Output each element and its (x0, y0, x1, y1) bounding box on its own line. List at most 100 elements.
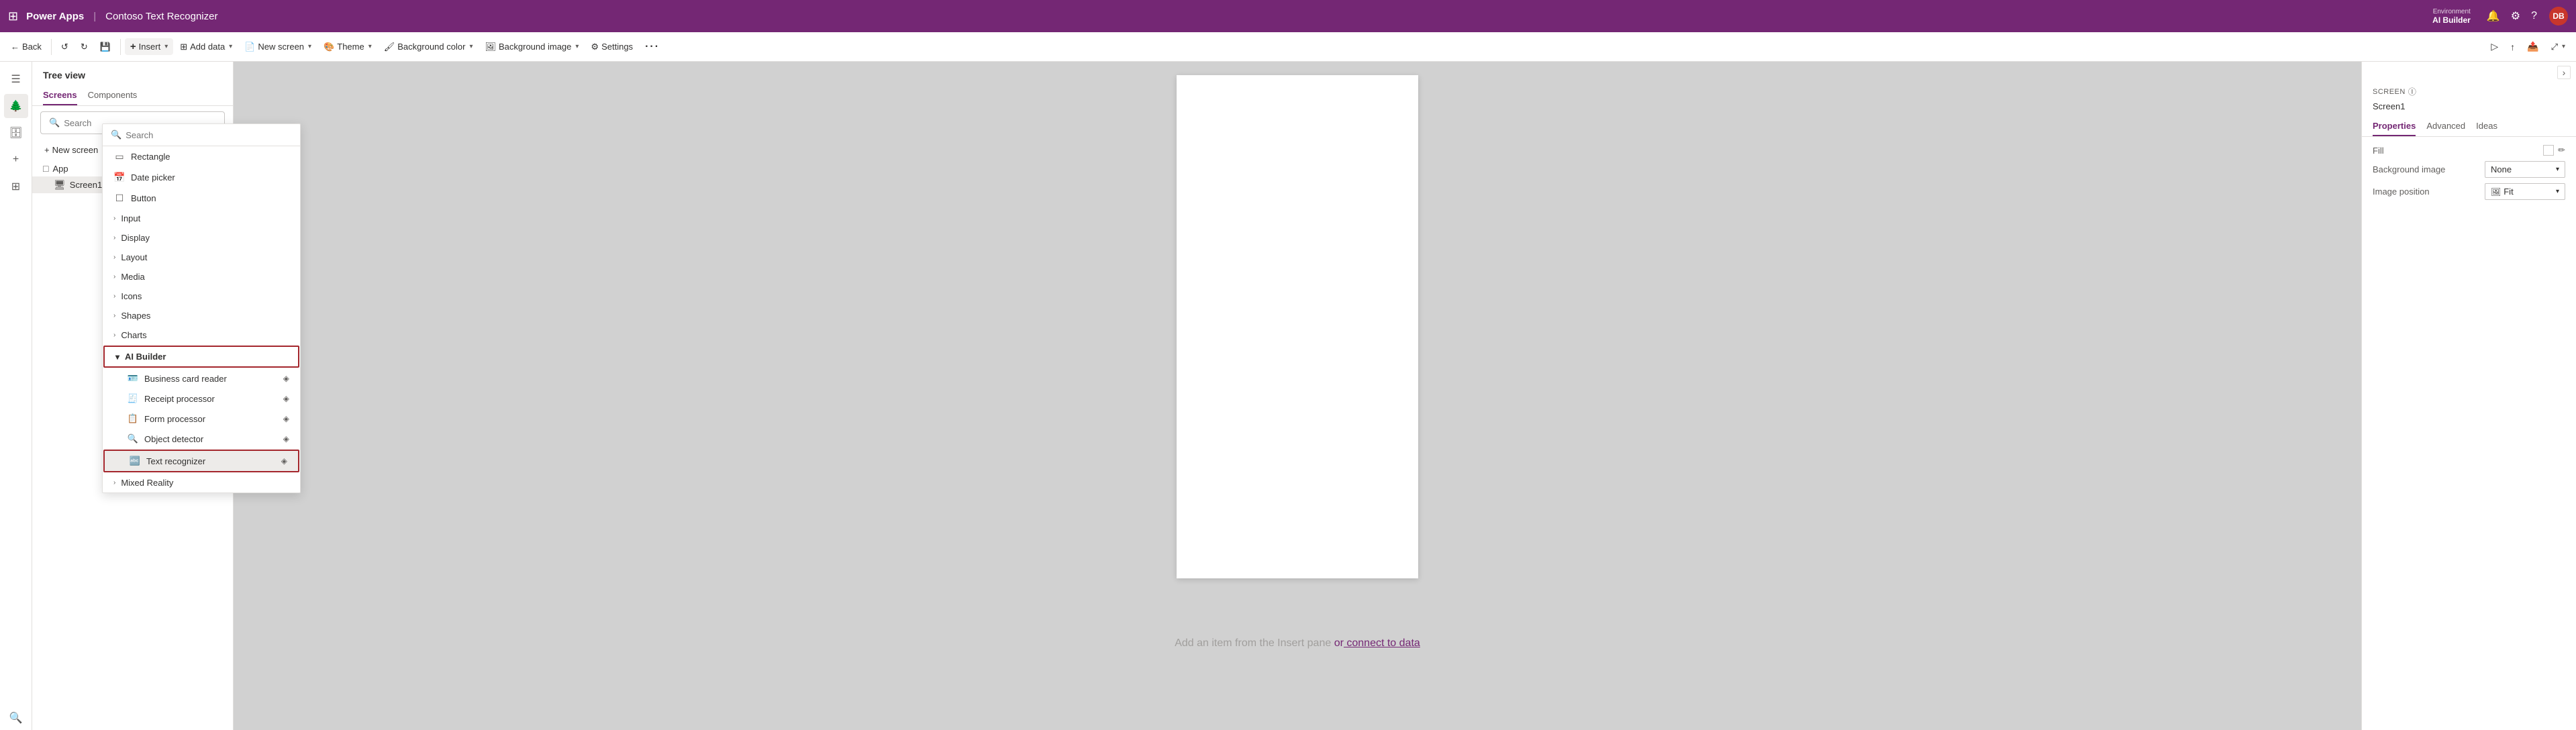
settings-icon: ⚙ (591, 42, 599, 52)
background-image-button[interactable]: 🖼 Background image ▾ (479, 39, 584, 55)
sidebar-data-icon[interactable]: 🗄 (4, 121, 28, 145)
fill-color-swatch[interactable] (2543, 145, 2554, 156)
rectangle-icon: ▭ (113, 151, 126, 162)
project-name: Contoso Text Recognizer (105, 11, 217, 22)
save-icon: 💾 (100, 42, 111, 52)
plus-icon: + (130, 41, 136, 52)
tab-components[interactable]: Components (88, 86, 138, 105)
props-fill-row: Fill ✏ (2373, 145, 2565, 156)
save-button[interactable]: 💾 (95, 39, 116, 55)
insert-item-rectangle[interactable]: ▭ Rectangle (103, 146, 300, 167)
toolbar-divider-1 (51, 39, 52, 55)
theme-button[interactable]: 🎨 Theme ▾ (318, 39, 377, 55)
display-category-chevron-icon: › (113, 234, 115, 242)
props-section: Fill ✏ Background image None ▾ Image pos… (2362, 137, 2576, 213)
date-picker-icon: 📅 (113, 172, 126, 183)
props-tabs: Properties Advanced Ideas (2362, 117, 2576, 137)
bg-image-dropdown-chevron-icon: ▾ (2556, 166, 2559, 173)
sidebar-components-icon[interactable]: ⊞ (4, 174, 28, 199)
insert-category-mixed-reality[interactable]: › Mixed Reality (103, 473, 300, 492)
insert-sub-item-form[interactable]: 📋 Form processor ◈ (103, 409, 300, 429)
insert-button[interactable]: + Insert ▾ (125, 38, 173, 55)
grid-icon: ⊞ (8, 9, 18, 23)
sidebar-menu-icon[interactable]: ☰ (4, 67, 28, 91)
insert-item-button[interactable]: ☐ Button (103, 188, 300, 209)
insert-sub-item-text-recognizer[interactable]: 🔤 Text recognizer ◈ (103, 450, 299, 472)
insert-category-icons[interactable]: › Icons (103, 286, 300, 306)
bg-image-chevron-icon: ▾ (575, 43, 579, 50)
sidebar-icons: ☰ 🌲 🗄 + ⊞ 🔍 (0, 62, 32, 730)
question-icon[interactable]: ? (2528, 7, 2540, 25)
sidebar-insert-icon[interactable]: + (4, 148, 28, 172)
insert-sub-item-object-detector[interactable]: 🔍 Object detector ◈ (103, 429, 300, 449)
props-screen-name: Screen1 (2362, 101, 2576, 117)
insert-category-ai-builder[interactable]: ▾ AI Builder (103, 346, 299, 368)
insert-sub-item-business-card[interactable]: 🪪 Business card reader ◈ (103, 368, 300, 388)
props-image-position-label: Image position (2373, 187, 2430, 197)
app-name: Power Apps (26, 11, 84, 22)
insert-category-layout[interactable]: › Layout (103, 248, 300, 267)
expand-icon: ⤢ (2551, 42, 2558, 52)
props-info-icon: ⓘ (2408, 86, 2417, 97)
more-button[interactable]: ··· (640, 38, 665, 56)
props-tab-properties[interactable]: Properties (2373, 117, 2416, 136)
toolbar-divider-2 (120, 39, 121, 55)
props-tab-ideas[interactable]: Ideas (2476, 117, 2497, 136)
form-premium-icon: ◈ (283, 414, 289, 423)
insert-chevron-icon: ▾ (164, 43, 168, 50)
back-arrow-icon: ← (11, 42, 19, 52)
insert-search-input[interactable] (126, 130, 292, 140)
insert-category-charts[interactable]: › Charts (103, 325, 300, 345)
sidebar-search-icon[interactable]: 🔍 (4, 706, 28, 730)
insert-dropdown: 🔍 ▭ Rectangle 📅 Date picker ☐ Button › I… (102, 123, 301, 493)
text-recognizer-premium-icon: ◈ (281, 456, 287, 466)
canvas-area: Add an item from the Insert pane or conn… (234, 62, 2361, 730)
tree-panel-tabs: Screens Components (32, 86, 233, 106)
panel-collapse-button[interactable]: › (2557, 66, 2571, 79)
sidebar-tree-icon[interactable]: 🌲 (4, 94, 28, 118)
mixed-reality-chevron-icon: › (113, 479, 115, 486)
tree-item-screen-icon: 🖥 (54, 179, 66, 191)
props-tab-advanced[interactable]: Advanced (2426, 117, 2465, 136)
tab-screens[interactable]: Screens (43, 86, 77, 105)
settings-button[interactable]: ⚙ Settings (585, 39, 638, 55)
tree-new-screen-button[interactable]: + New screen ▾ (40, 142, 109, 158)
avatar[interactable]: DB (2549, 7, 2568, 25)
gear-icon[interactable]: ⚙ (2508, 7, 2523, 25)
preview-button[interactable]: ▷ (2485, 38, 2504, 55)
layout-category-chevron-icon: › (113, 254, 115, 261)
props-image-position-dropdown[interactable]: 🖼 Fit ▾ (2485, 183, 2565, 200)
insert-category-input[interactable]: › Input (103, 209, 300, 228)
insert-search-icon: 🔍 (111, 129, 121, 140)
publish-button[interactable]: 📤 (2522, 38, 2544, 55)
insert-category-shapes[interactable]: › Shapes (103, 306, 300, 325)
more-icon: ··· (645, 41, 660, 53)
insert-search-box[interactable]: 🔍 (103, 124, 300, 146)
tree-item-app-icon: □ (43, 163, 48, 174)
background-color-button[interactable]: 🖌 Background color ▾ (379, 39, 479, 55)
environment-info: Environment AI Builder (2432, 8, 2471, 25)
fill-edit-icon[interactable]: ✏ (2558, 145, 2565, 156)
insert-sub-item-receipt[interactable]: 🧾 Receipt processor ◈ (103, 388, 300, 409)
bg-color-icon: 🖌 (384, 42, 395, 52)
props-bg-image-dropdown[interactable]: None ▾ (2485, 161, 2565, 178)
bg-color-chevron-icon: ▾ (469, 43, 473, 50)
bell-icon[interactable]: 🔔 (2484, 7, 2503, 25)
insert-category-display[interactable]: › Display (103, 228, 300, 248)
redo-button[interactable]: ↻ (75, 39, 93, 55)
props-image-position-row: Image position 🖼 Fit ▾ (2373, 183, 2565, 200)
new-screen-button[interactable]: 📄 New screen ▾ (239, 39, 317, 55)
props-bg-image-label: Background image (2373, 164, 2445, 174)
toolbar: ← Back ↺ ↻ 💾 + Insert ▾ ⊞ Add data ▾ 📄 N… (0, 32, 2576, 62)
input-category-chevron-icon: › (113, 215, 115, 222)
undo-button[interactable]: ↺ (56, 39, 74, 55)
environment-label: Environment (2433, 8, 2471, 15)
expand-button[interactable]: ⤢ ▾ (2546, 39, 2571, 55)
insert-category-media[interactable]: › Media (103, 267, 300, 286)
share-button[interactable]: ↑ (2505, 39, 2520, 55)
back-button[interactable]: ← Back (5, 39, 47, 54)
insert-item-date-picker[interactable]: 📅 Date picker (103, 167, 300, 188)
add-data-button[interactable]: ⊞ Add data ▾ (175, 39, 238, 55)
theme-chevron-icon: ▾ (368, 43, 372, 50)
canvas-screen (1177, 75, 1418, 578)
